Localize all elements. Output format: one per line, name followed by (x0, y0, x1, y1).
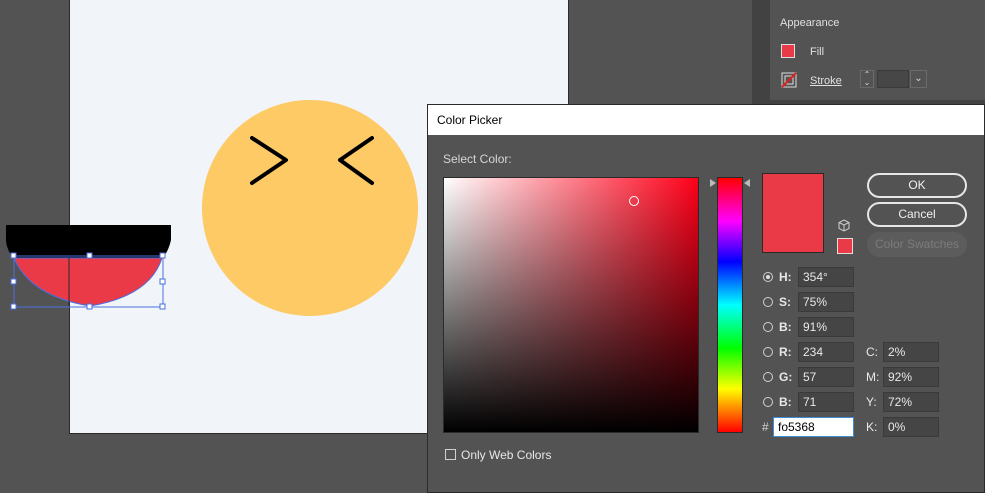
label-k: K: (866, 420, 878, 434)
select-color-label: Select Color: (443, 152, 512, 166)
field-s[interactable]: 75% (798, 292, 854, 312)
fill-swatch[interactable] (781, 44, 795, 58)
ok-button[interactable]: OK (867, 173, 967, 198)
saturation-brightness-field[interactable] (443, 177, 699, 433)
label-h: H: (779, 270, 792, 284)
label-blue: B: (779, 395, 792, 409)
only-web-colors-label[interactable]: Only Web Colors (461, 448, 551, 462)
field-k[interactable]: 0% (883, 417, 939, 437)
label-c: C: (866, 345, 878, 359)
hue-slider[interactable] (717, 177, 743, 433)
stroke-weight-stepper[interactable]: ⌃ ⌄ (860, 70, 874, 88)
handle-tl (10, 252, 17, 259)
stroke-weight-dropdown-icon[interactable]: ⌄ (910, 70, 927, 88)
field-c[interactable]: 2% (883, 342, 939, 362)
label-g: G: (779, 370, 793, 384)
label-s: S: (779, 295, 791, 309)
handle-tm (86, 252, 93, 259)
appearance-title: Appearance (780, 17, 840, 29)
handle-br (159, 303, 166, 310)
field-r[interactable]: 234 (798, 342, 854, 362)
hex-prefix: # (762, 420, 769, 434)
stroke-weight-input[interactable] (877, 70, 909, 88)
fill-label: Fill (810, 46, 825, 58)
color-marker[interactable] (629, 196, 639, 206)
color-swatches-button[interactable]: Color Swatches (867, 232, 967, 257)
radio-r[interactable] (763, 347, 773, 357)
field-g[interactable]: 57 (798, 367, 854, 387)
dialog-title: Color Picker (437, 113, 503, 127)
handle-ml (10, 278, 17, 285)
radio-g[interactable] (763, 372, 773, 382)
web-safe-color-swatch[interactable] (837, 238, 853, 254)
radio-brightness[interactable] (763, 322, 773, 332)
field-m[interactable]: 92% (883, 367, 939, 387)
radio-h[interactable] (763, 272, 773, 282)
field-h[interactable]: 354° (798, 267, 854, 287)
mouth-shape[interactable] (13, 257, 163, 307)
field-blue[interactable]: 71 (798, 392, 854, 412)
radio-s[interactable] (763, 297, 773, 307)
handle-tr (159, 252, 166, 259)
handle-mr (159, 278, 166, 285)
handle-bl (10, 303, 17, 310)
hue-arrow-left-icon[interactable] (710, 179, 716, 187)
new-color-preview (762, 173, 824, 253)
cancel-button[interactable]: Cancel (867, 202, 967, 227)
color-picker-dialog: Color Picker Select Color: OK Cancel Col… (427, 104, 985, 493)
hue-arrow-right-icon[interactable] (744, 179, 750, 187)
only-web-colors-checkbox[interactable] (445, 449, 456, 460)
stroke-none-icon[interactable] (781, 72, 797, 88)
stroke-label[interactable]: Stroke (810, 75, 842, 87)
hex-input[interactable]: fo5368 (773, 417, 854, 437)
handle-bm (86, 303, 93, 310)
label-r: R: (779, 345, 792, 359)
label-y: Y: (866, 395, 877, 409)
label-brightness: B: (779, 320, 792, 334)
out-of-gamut-cube-icon[interactable] (838, 219, 850, 232)
label-m: M: (866, 370, 880, 384)
radio-blue[interactable] (763, 397, 773, 407)
field-brightness[interactable]: 91% (798, 317, 854, 337)
face-circle[interactable] (202, 100, 418, 316)
dialog-titlebar[interactable]: Color Picker (428, 105, 984, 135)
field-y[interactable]: 72% (883, 392, 939, 412)
